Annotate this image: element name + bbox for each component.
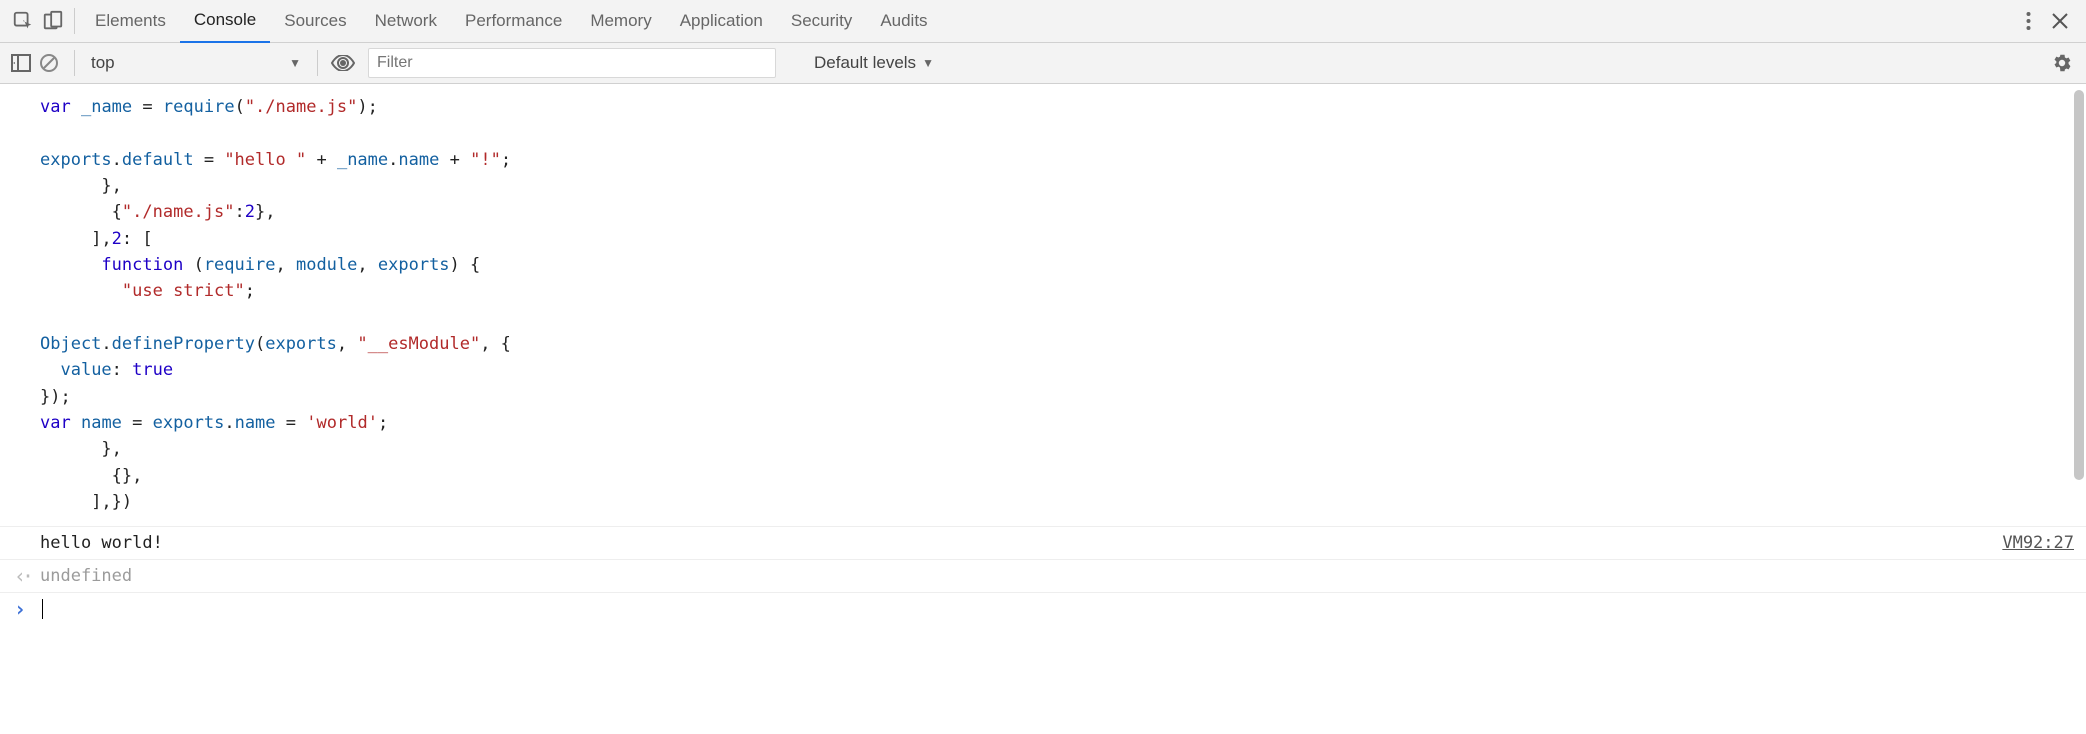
tab-security[interactable]: Security: [777, 0, 866, 42]
console-settings-icon[interactable]: [2046, 52, 2078, 74]
tab-console[interactable]: Console: [180, 0, 270, 44]
source-link[interactable]: VM92:27: [2002, 533, 2074, 553]
more-options-icon[interactable]: [2014, 11, 2042, 31]
separator: [317, 50, 318, 76]
inspect-element-icon[interactable]: [8, 10, 38, 32]
separator: [74, 50, 75, 76]
vertical-scrollbar[interactable]: [2070, 84, 2086, 734]
chevron-down-icon: ▼: [922, 56, 934, 70]
result-value: undefined: [40, 566, 132, 586]
log-levels-selector[interactable]: Default levels ▼: [814, 53, 934, 73]
execution-context-selector[interactable]: top ▼: [85, 53, 307, 73]
device-toolbar-icon[interactable]: [38, 10, 68, 32]
console-result-row: undefined: [0, 559, 2086, 592]
console-prompt[interactable]: [0, 592, 2086, 625]
cursor: [42, 599, 43, 619]
tab-application[interactable]: Application: [666, 0, 777, 42]
filter-input[interactable]: [368, 48, 776, 78]
devtools-tabbar: Elements Console Sources Network Perform…: [0, 0, 2086, 43]
chevron-down-icon: ▼: [289, 56, 301, 70]
live-expression-icon[interactable]: [328, 55, 358, 71]
separator: [74, 8, 75, 34]
clear-console-icon[interactable]: [34, 53, 64, 73]
console-toolbar: top ▼ Default levels ▼: [0, 43, 2086, 84]
context-label: top: [91, 53, 115, 73]
console-output: var _name = require("./name.js"); export…: [0, 84, 2086, 734]
tab-sources[interactable]: Sources: [270, 0, 360, 42]
tab-performance[interactable]: Performance: [451, 0, 576, 42]
tab-elements[interactable]: Elements: [81, 0, 180, 42]
code-block: var _name = require("./name.js"); export…: [0, 84, 2086, 526]
console-sidebar-toggle-icon[interactable]: [8, 54, 34, 72]
scrollbar-thumb[interactable]: [2074, 90, 2084, 480]
tab-audits[interactable]: Audits: [866, 0, 941, 42]
log-message: hello world!: [40, 533, 163, 553]
tab-network[interactable]: Network: [361, 0, 451, 42]
levels-label: Default levels: [814, 53, 916, 73]
tab-memory[interactable]: Memory: [576, 0, 665, 42]
console-log-row: hello world! VM92:27: [0, 526, 2086, 559]
close-devtools-icon[interactable]: [2042, 12, 2078, 30]
